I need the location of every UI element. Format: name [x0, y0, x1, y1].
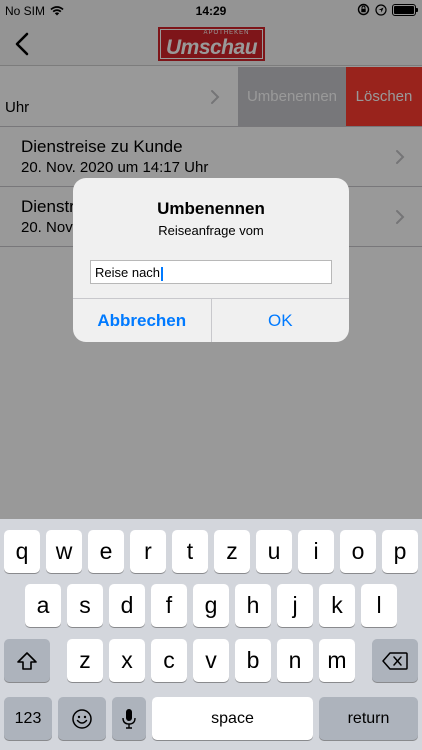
microphone-icon [122, 708, 136, 729]
shift-key[interactable] [4, 639, 50, 682]
key-m[interactable]: m [319, 639, 355, 682]
on-screen-keyboard: q w e r t z u i o p a s d f g h j k l z … [0, 519, 422, 750]
key-b[interactable]: b [235, 639, 271, 682]
key-u[interactable]: u [256, 530, 292, 573]
rename-input-value: Reise nach [95, 265, 161, 280]
shift-icon [17, 651, 37, 670]
return-key[interactable]: return [319, 697, 418, 740]
key-l[interactable]: l [361, 584, 397, 627]
key-e[interactable]: e [88, 530, 124, 573]
key-z[interactable]: z [67, 639, 103, 682]
rename-input[interactable]: Reise nach [90, 260, 332, 284]
key-g[interactable]: g [193, 584, 229, 627]
key-c[interactable]: c [151, 639, 187, 682]
emoji-key[interactable] [58, 697, 106, 740]
key-q[interactable]: q [4, 530, 40, 573]
text-caret [161, 266, 163, 281]
key-i[interactable]: i [298, 530, 334, 573]
alert-title: Umbenennen [157, 199, 265, 218]
backspace-key[interactable] [372, 639, 418, 682]
ok-button[interactable]: OK [212, 299, 350, 342]
key-v[interactable]: v [193, 639, 229, 682]
dictation-key[interactable] [112, 697, 146, 740]
key-j[interactable]: j [277, 584, 313, 627]
key-d[interactable]: d [109, 584, 145, 627]
emoji-icon [72, 708, 92, 729]
key-p[interactable]: p [382, 530, 418, 573]
key-x[interactable]: x [109, 639, 145, 682]
alert-message: Reiseanfrage vom [158, 223, 264, 238]
numbers-key[interactable]: 123 [4, 697, 52, 740]
key-f[interactable]: f [151, 584, 187, 627]
key-a[interactable]: a [25, 584, 61, 627]
key-z[interactable]: z [214, 530, 250, 573]
key-r[interactable]: r [130, 530, 166, 573]
backspace-icon [382, 651, 408, 670]
key-t[interactable]: t [172, 530, 208, 573]
key-h[interactable]: h [235, 584, 271, 627]
key-k[interactable]: k [319, 584, 355, 627]
key-n[interactable]: n [277, 639, 313, 682]
key-o[interactable]: o [340, 530, 376, 573]
rename-alert-dialog: Umbenennen Reiseanfrage vom Reise nach A… [73, 178, 349, 342]
key-w[interactable]: w [46, 530, 82, 573]
cancel-button[interactable]: Abbrechen [73, 299, 212, 342]
alert-button-row: Abbrechen OK [73, 298, 349, 342]
space-key[interactable]: space [152, 697, 313, 740]
key-s[interactable]: s [67, 584, 103, 627]
